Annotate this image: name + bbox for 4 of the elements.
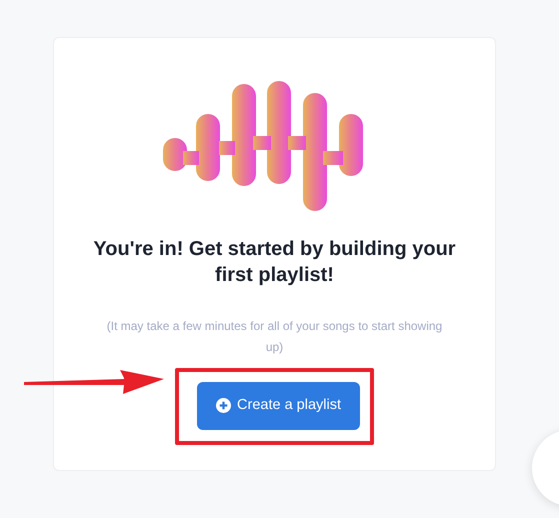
heading: You're in! Get started by building your first playlist! [92,237,457,288]
plus-circle-icon [216,398,232,414]
create-playlist-button[interactable]: Create a playlist [197,382,360,430]
note-text: (It may take a few minutes for all of your songs to start showing up) [106,318,444,356]
